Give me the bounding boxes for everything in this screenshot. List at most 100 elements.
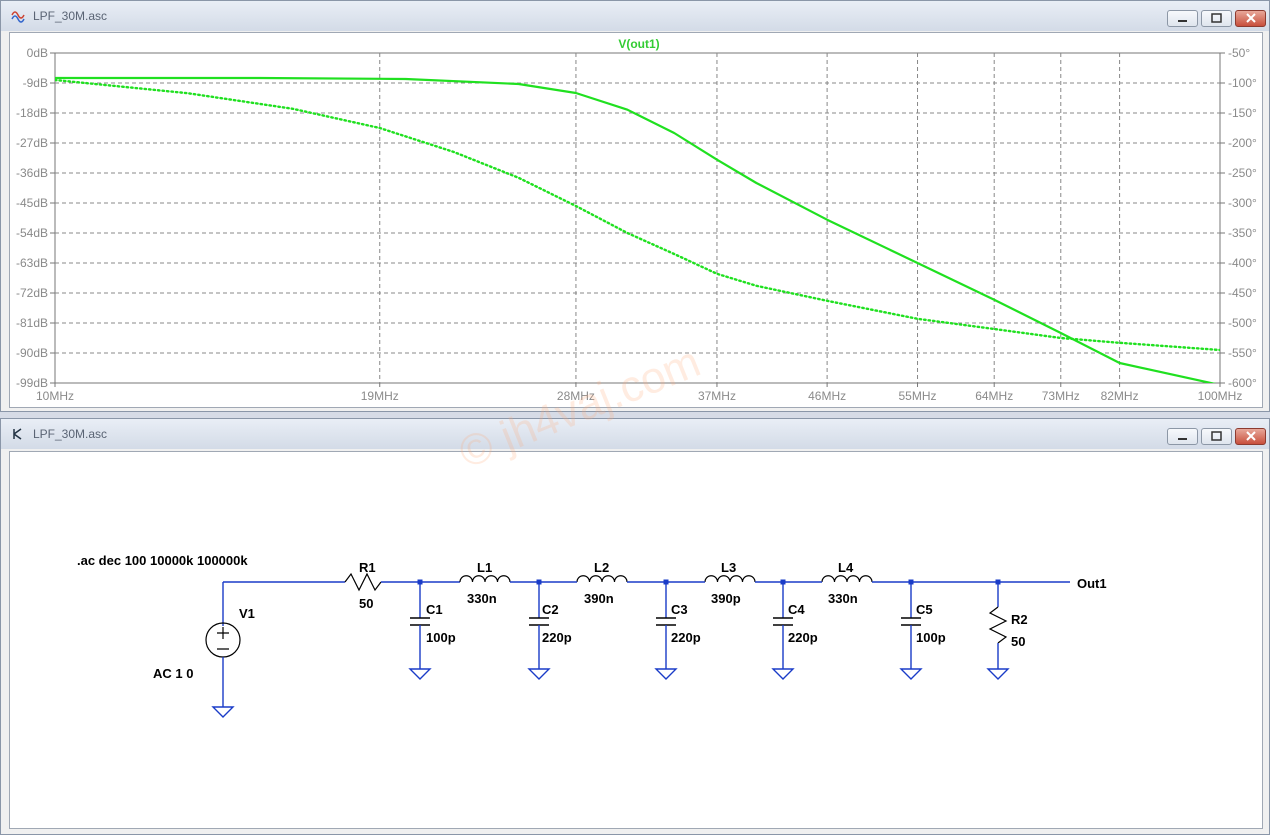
r2-label[interactable]: R2 [1011, 612, 1028, 627]
capacitor-c1-symbol [410, 617, 430, 626]
right-tick-label: -500° [1228, 316, 1257, 330]
minimize-button[interactable] [1167, 428, 1198, 445]
l4-value[interactable]: 330n [828, 591, 858, 606]
polarity-marks [217, 627, 229, 650]
x-tick-label: 55MHz [899, 389, 937, 403]
resistor-r1-symbol [344, 572, 382, 592]
v1-value[interactable]: AC 1 0 [153, 666, 193, 681]
right-tick-label: -350° [1228, 226, 1257, 240]
right-tick-label: -300° [1228, 196, 1257, 210]
right-tick-label: -600° [1228, 376, 1257, 390]
right-tick-label: -450° [1228, 286, 1257, 300]
close-button[interactable] [1235, 428, 1266, 445]
schematic-window-titlebar[interactable]: LPF_30M.asc [1, 419, 1269, 449]
r1-label[interactable]: R1 [359, 560, 376, 575]
waveform-icon [11, 11, 25, 23]
l3-value[interactable]: 390p [711, 591, 741, 606]
ground-symbol [211, 697, 235, 718]
restore-button[interactable] [1201, 10, 1232, 27]
c3-value[interactable]: 220p [671, 630, 701, 645]
l2-value[interactable]: 390n [584, 591, 614, 606]
close-button[interactable] [1235, 10, 1266, 27]
ground-symbol [408, 659, 432, 680]
left-tick-label: -54dB [16, 226, 48, 240]
trace-label[interactable]: V(out1) [618, 37, 659, 51]
c3-label[interactable]: C3 [671, 602, 688, 617]
left-tick-label: -27dB [16, 136, 48, 150]
c2-label[interactable]: C2 [542, 602, 559, 617]
v1-label[interactable]: V1 [239, 606, 255, 621]
r2-value[interactable]: 50 [1011, 634, 1025, 649]
l4-label[interactable]: L4 [838, 560, 854, 575]
left-tick-label: -36dB [16, 166, 48, 180]
c4-label[interactable]: C4 [788, 602, 805, 617]
c2-value[interactable]: 220p [542, 630, 572, 645]
bode-plot[interactable]: V(out1) 0dB -9dB -18dB -27dB -36dB -45dB -54dB… [10, 33, 1262, 407]
right-tick-label: -50° [1228, 46, 1250, 60]
circuit [205, 572, 1070, 718]
x-tick-label: 10MHz [36, 389, 74, 403]
left-tick-label: -81dB [16, 316, 48, 330]
ground-symbol [654, 659, 678, 680]
right-tick-label: -150° [1228, 106, 1257, 120]
left-tick-label: -72dB [16, 286, 48, 300]
plot-window: LPF_30M.asc V(out1) 0dB -9dB -18dB -27dB -36… [0, 0, 1270, 412]
right-tick-label: -200° [1228, 136, 1257, 150]
c4-value[interactable]: 220p [788, 630, 818, 645]
x-tick-label: 82MHz [1101, 389, 1139, 403]
out1-net-label[interactable]: Out1 [1077, 576, 1107, 591]
inductor-l4-symbol [821, 575, 873, 583]
x-tick-label: 19MHz [361, 389, 399, 403]
ground-symbol [899, 659, 923, 680]
x-tick-label: 64MHz [975, 389, 1013, 403]
plot-window-titlebar[interactable]: LPF_30M.asc [1, 1, 1269, 31]
ground-symbol [986, 659, 1010, 680]
capacitor-c2-symbol [529, 617, 549, 626]
c1-label[interactable]: C1 [426, 602, 443, 617]
inductor-l2-symbol [576, 575, 628, 583]
l1-value[interactable]: 330n [467, 591, 497, 606]
traces [55, 76, 1220, 383]
schematic-window-title: LPF_30M.asc [33, 427, 108, 441]
restore-button[interactable] [1201, 428, 1232, 445]
c5-label[interactable]: C5 [916, 602, 933, 617]
resistor-r2-symbol [988, 606, 1008, 644]
restore-icon [1211, 13, 1222, 23]
magnitude-trace [55, 76, 1217, 383]
c1-value[interactable]: 100p [426, 630, 456, 645]
left-tick-label: -18dB [16, 106, 48, 120]
phase-trace [55, 78, 1220, 352]
schematic-icon [13, 428, 22, 440]
minimize-icon [1178, 438, 1187, 440]
left-tick-label: -90dB [16, 346, 48, 360]
left-tick-label: -99dB [16, 376, 48, 390]
c5-value[interactable]: 100p [916, 630, 946, 645]
right-tick-label: -100° [1228, 76, 1257, 90]
left-tick-label: -63dB [16, 256, 48, 270]
x-tick-label: 37MHz [698, 389, 736, 403]
close-icon [1246, 13, 1256, 23]
left-tick-label: -45dB [16, 196, 48, 210]
restore-icon [1211, 431, 1222, 441]
close-icon [1246, 431, 1256, 441]
schematic-pane[interactable]: .ac dec 100 10000k 100000k Out1 V1 AC 1 … [9, 451, 1263, 829]
left-tick-label: 0dB [27, 46, 48, 60]
plot-pane[interactable]: V(out1) 0dB -9dB -18dB -27dB -36dB -45dB -54dB… [9, 32, 1263, 408]
inductor-l1-symbol [459, 575, 511, 583]
x-tick-label: 73MHz [1042, 389, 1080, 403]
schematic-canvas[interactable]: .ac dec 100 10000k 100000k Out1 V1 AC 1 … [10, 452, 1262, 828]
inductor-l3-symbol [704, 575, 756, 583]
l3-label[interactable]: L3 [721, 560, 736, 575]
ground-symbol [771, 659, 795, 680]
r1-value[interactable]: 50 [359, 596, 373, 611]
l2-label[interactable]: L2 [594, 560, 609, 575]
right-tick-label: -400° [1228, 256, 1257, 270]
minimize-button[interactable] [1167, 10, 1198, 27]
ground-symbol [527, 659, 551, 680]
spice-directive[interactable]: .ac dec 100 10000k 100000k [77, 553, 248, 568]
grid [54, 52, 1221, 384]
l1-label[interactable]: L1 [477, 560, 492, 575]
plot-window-title: LPF_30M.asc [33, 9, 108, 23]
capacitor-c4-symbol [773, 617, 793, 626]
schematic-window: LPF_30M.asc .ac dec 100 10000k 100000k O… [0, 337, 1270, 835]
